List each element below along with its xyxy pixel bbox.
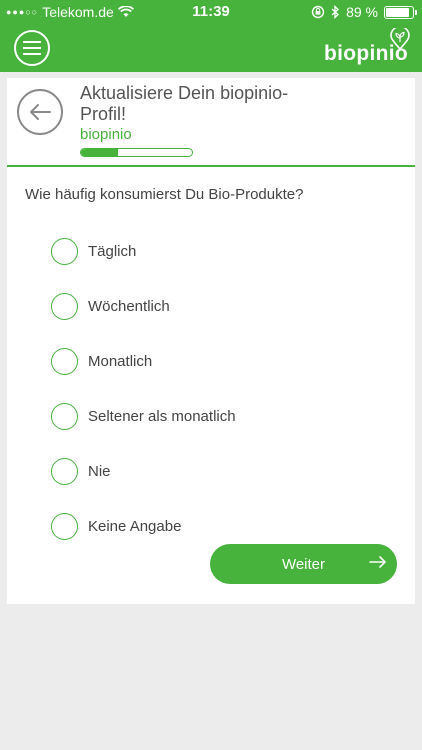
option-label: Wöchentlich bbox=[88, 298, 170, 315]
option-label: Täglich bbox=[88, 243, 137, 260]
option-keine-angabe[interactable]: Keine Angabe bbox=[51, 499, 236, 554]
option-monatlich[interactable]: Monatlich bbox=[51, 334, 236, 389]
survey-question: Wie häufig konsumierst Du Bio-Produkte? bbox=[25, 186, 304, 203]
option-label: Keine Angabe bbox=[88, 518, 182, 535]
next-button-label: Weiter bbox=[281, 555, 326, 573]
menu-button[interactable] bbox=[14, 30, 50, 66]
menu-icon bbox=[23, 41, 41, 55]
page-subtitle: biopinio bbox=[80, 126, 132, 143]
radio-button[interactable] bbox=[51, 458, 78, 485]
leaf-icon bbox=[390, 28, 410, 50]
back-button[interactable] bbox=[17, 89, 63, 135]
divider bbox=[7, 165, 415, 167]
radio-button[interactable] bbox=[51, 238, 78, 265]
next-button[interactable]: Weiter bbox=[210, 544, 397, 584]
progress-bar bbox=[80, 148, 193, 157]
app-header: biopinio bbox=[0, 24, 422, 72]
profile-header: Aktualisiere Dein biopinio-Profil! biopi… bbox=[7, 78, 415, 167]
radio-button[interactable] bbox=[51, 293, 78, 320]
option-taeglich[interactable]: Täglich bbox=[51, 224, 236, 279]
option-label: Nie bbox=[88, 463, 111, 480]
status-right: 89 % bbox=[311, 4, 417, 20]
answer-options: Täglich Wöchentlich Monatlich Seltener a… bbox=[51, 224, 236, 554]
option-woechentlich[interactable]: Wöchentlich bbox=[51, 279, 236, 334]
radio-button[interactable] bbox=[51, 348, 78, 375]
radio-button[interactable] bbox=[51, 403, 78, 430]
option-seltener[interactable]: Seltener als monatlich bbox=[51, 389, 236, 444]
arrow-right-icon bbox=[369, 556, 386, 568]
battery-level bbox=[386, 7, 410, 17]
progress-fill bbox=[81, 149, 118, 156]
radio-button[interactable] bbox=[51, 513, 78, 540]
battery-percent: 89 % bbox=[346, 4, 378, 20]
lock-rotation-icon bbox=[311, 5, 325, 19]
battery-icon bbox=[384, 5, 417, 19]
option-label: Seltener als monatlich bbox=[88, 408, 236, 425]
back-arrow-icon bbox=[30, 104, 51, 120]
option-nie[interactable]: Nie bbox=[51, 444, 236, 499]
survey-card: Aktualisiere Dein biopinio-Profil! biopi… bbox=[7, 78, 415, 604]
bluetooth-icon bbox=[331, 5, 340, 19]
brand-logo: biopinio bbox=[324, 28, 410, 68]
page-title: Aktualisiere Dein biopinio-Profil! bbox=[80, 83, 289, 124]
option-label: Monatlich bbox=[88, 353, 153, 370]
status-bar: ●●●○○ Telekom.de 11:39 89 % bbox=[0, 0, 422, 24]
